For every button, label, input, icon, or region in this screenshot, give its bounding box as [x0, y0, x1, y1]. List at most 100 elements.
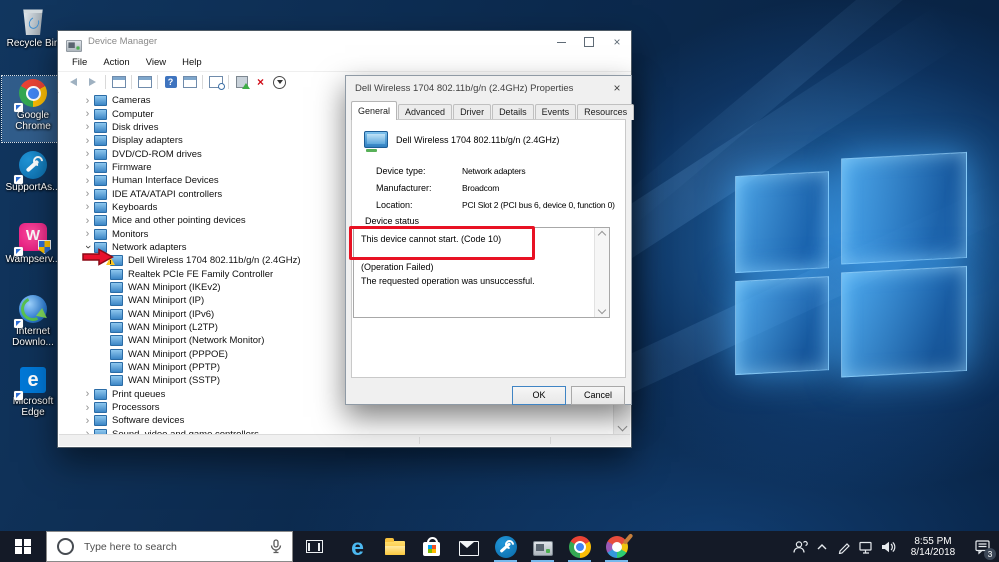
dialog-tab[interactable]: Details: [492, 104, 534, 120]
dialog-tab[interactable]: Driver: [453, 104, 492, 120]
tree-row-label[interactable]: Disk drives: [112, 122, 158, 133]
forward-button[interactable]: [83, 74, 102, 90]
chevron-icon[interactable]: [81, 95, 94, 107]
scroll-down-icon[interactable]: [617, 421, 627, 432]
volume-button[interactable]: [877, 531, 899, 562]
scan-hardware-button[interactable]: [206, 74, 225, 90]
minimize-button[interactable]: [547, 31, 575, 53]
chevron-icon[interactable]: [81, 188, 94, 200]
dialog-tab[interactable]: Advanced: [398, 104, 453, 120]
menu-item[interactable]: View: [138, 57, 174, 68]
taskbar-app[interactable]: [339, 531, 376, 562]
chevron-icon[interactable]: [81, 175, 94, 187]
scroll-up-icon[interactable]: [597, 230, 607, 240]
taskbar-app[interactable]: [413, 531, 450, 562]
tree-row-label[interactable]: WAN Miniport (Network Monitor): [128, 335, 264, 346]
tree-row-label[interactable]: WAN Miniport (L2TP): [128, 322, 218, 333]
show-hidden-icons-button[interactable]: [811, 531, 833, 562]
people-button[interactable]: [789, 531, 811, 562]
taskbar-app[interactable]: [376, 531, 413, 562]
tree-row-label[interactable]: Display adapters: [112, 135, 183, 146]
menu-item[interactable]: Help: [174, 57, 210, 68]
dialog-tab[interactable]: General: [351, 101, 398, 120]
taskbar-app[interactable]: [561, 531, 598, 562]
menu-item[interactable]: Action: [95, 57, 137, 68]
cancel-button[interactable]: Cancel: [571, 386, 625, 405]
network-status-button[interactable]: [855, 531, 877, 562]
tree-row-label[interactable]: DVD/CD-ROM drives: [112, 149, 202, 160]
tree-row-label[interactable]: Keyboards: [112, 202, 157, 213]
help-button[interactable]: ?: [161, 74, 180, 90]
tree-row-label[interactable]: IDE ATA/ATAPI controllers: [112, 189, 222, 200]
taskbar-app[interactable]: [598, 531, 635, 562]
properties-button[interactable]: [135, 74, 154, 90]
chevron-icon[interactable]: [81, 108, 94, 120]
desktop-icon[interactable]: Recycle Bin: [2, 4, 64, 70]
disable-device-button[interactable]: [270, 74, 289, 90]
desktop-icon[interactable]: Wampserv...: [2, 220, 64, 286]
chevron-icon[interactable]: [81, 228, 94, 240]
uninstall-device-button[interactable]: ×: [251, 74, 270, 90]
chevron-icon[interactable]: [81, 215, 94, 227]
tree-row-label[interactable]: Computer: [112, 109, 154, 120]
taskbar-app[interactable]: [487, 531, 524, 562]
tree-row-label[interactable]: WAN Miniport (IP): [128, 295, 204, 306]
dialog-tab[interactable]: Events: [534, 104, 577, 120]
back-button[interactable]: [64, 74, 83, 90]
search-input[interactable]: [82, 539, 262, 554]
taskbar-app[interactable]: [450, 531, 487, 562]
tree-row-label[interactable]: Processors: [112, 402, 160, 413]
notification-count-badge: 3: [984, 548, 996, 560]
scroll-down-icon[interactable]: [597, 305, 607, 315]
close-button[interactable]: ×: [603, 31, 631, 53]
tree-row-label[interactable]: Firmware: [112, 162, 152, 173]
chevron-icon[interactable]: [81, 201, 94, 213]
tree-row-label[interactable]: Cameras: [112, 95, 151, 106]
desktop-icon[interactable]: Microsoft Edge: [2, 364, 64, 430]
ok-button[interactable]: OK: [512, 386, 566, 405]
chevron-icon[interactable]: [81, 402, 94, 414]
tree-row-label[interactable]: WAN Miniport (SSTP): [128, 375, 220, 386]
action-pane-button[interactable]: [180, 74, 199, 90]
taskbar-app[interactable]: [524, 531, 561, 562]
network-adapter-icon: [364, 131, 388, 152]
chevron-icon[interactable]: [81, 121, 94, 133]
desktop-icon[interactable]: SupportAs...: [2, 148, 64, 214]
menu-item[interactable]: File: [64, 57, 95, 68]
taskbar-search[interactable]: [46, 531, 293, 562]
tree-row-label[interactable]: Print queues: [112, 389, 165, 400]
microphone-icon[interactable]: [270, 539, 282, 554]
tree-row-label[interactable]: Software devices: [112, 415, 184, 426]
tree-row-label[interactable]: WAN Miniport (PPTP): [128, 362, 220, 373]
start-button[interactable]: [0, 531, 46, 562]
console-tree-button[interactable]: [109, 74, 128, 90]
action-center-button[interactable]: 3: [967, 531, 997, 562]
chevron-icon[interactable]: [81, 135, 94, 147]
tree-row-label[interactable]: Network adapters: [112, 242, 186, 253]
status-scrollbar[interactable]: [594, 228, 609, 317]
tree-row[interactable]: Software devices: [59, 414, 613, 427]
chevron-icon[interactable]: [81, 388, 94, 400]
tree-row-label[interactable]: Human Interface Devices: [112, 175, 219, 186]
tree-row-label[interactable]: Mice and other pointing devices: [112, 215, 246, 226]
maximize-button[interactable]: [575, 31, 603, 53]
tree-row-label[interactable]: WAN Miniport (IKEv2): [128, 282, 221, 293]
edge-icon: [20, 367, 46, 393]
desktop-icon[interactable]: Internet Downlo...: [2, 292, 64, 358]
dialog-close-button[interactable]: ×: [608, 80, 626, 97]
tree-row-label[interactable]: WAN Miniport (IPv6): [128, 309, 214, 320]
chevron-icon[interactable]: [81, 148, 94, 160]
taskbar-clock[interactable]: 8:55 PM 8/14/2018: [902, 536, 964, 558]
chevron-icon[interactable]: [81, 161, 94, 173]
device-manager-titlebar[interactable]: Device Manager ×: [58, 31, 631, 53]
chevron-icon[interactable]: [81, 415, 94, 427]
dialog-tab[interactable]: Resources: [577, 104, 635, 120]
tree-row-label[interactable]: Dell Wireless 1704 802.11b/g/n (2.4GHz): [128, 255, 301, 266]
tree-row-label[interactable]: Realtek PCIe FE Family Controller: [128, 269, 273, 280]
desktop-icon[interactable]: Google Chrome: [1, 75, 65, 143]
update-driver-button[interactable]: [232, 74, 251, 90]
tree-row-label[interactable]: Monitors: [112, 229, 148, 240]
pen-settings-button[interactable]: [833, 531, 855, 562]
tree-row-label[interactable]: WAN Miniport (PPPOE): [128, 349, 228, 360]
task-view-button[interactable]: [299, 531, 329, 562]
